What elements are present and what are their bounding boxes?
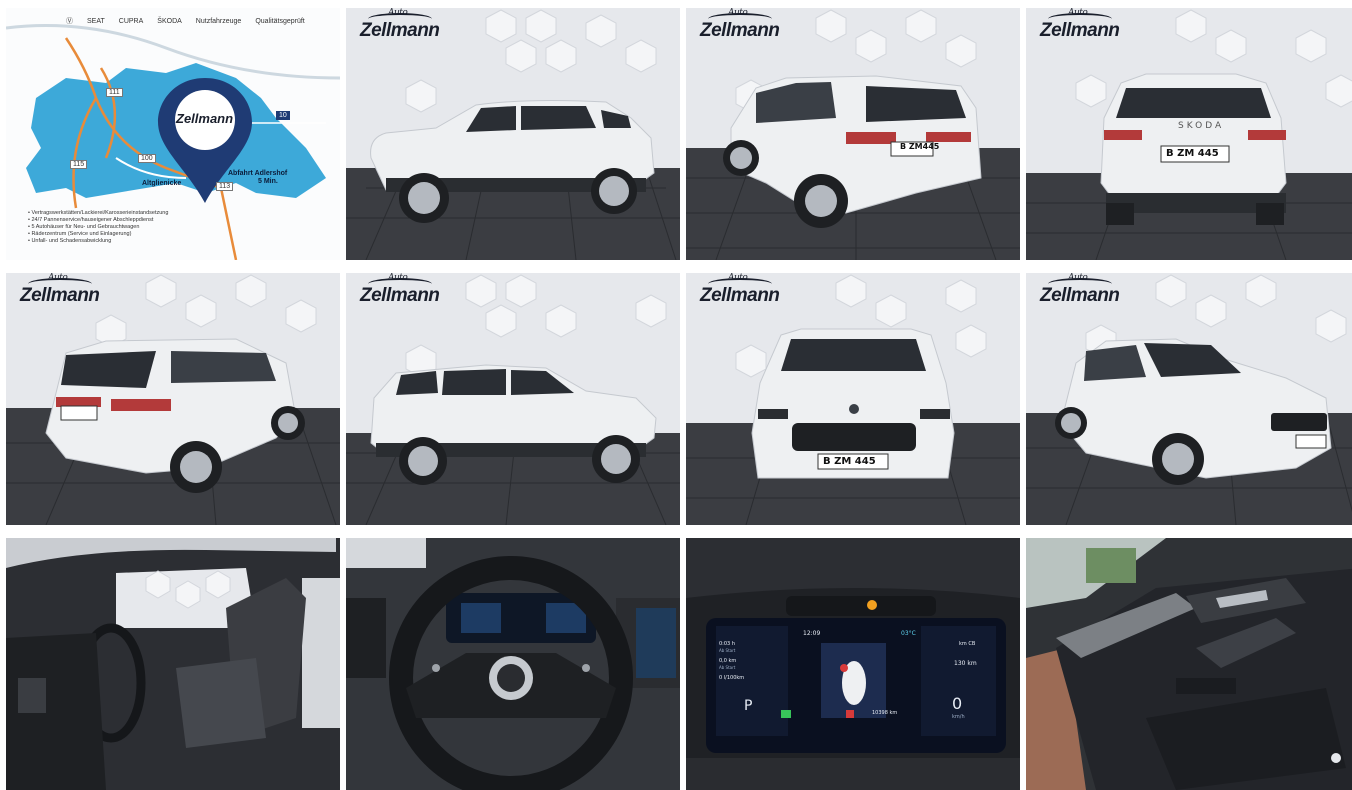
dealer-logo: Auto Zellmann [360,273,440,306]
odometer: 10398 km [872,710,898,716]
car-photo [686,8,1020,260]
photo-gallery: Ⓥ SEAT CUPRA ŠKODA Nutzfahrzeuge Qualitä… [6,8,1352,790]
route-badge-111: 111 [106,88,123,97]
dealer-logo: Auto Zellmann [1040,273,1120,306]
gallery-image-rear-left[interactable]: Auto Zellmann B ZM445 [686,8,1020,260]
gallery-image-front-right[interactable]: Auto Zellmann [1026,273,1352,525]
trip-time: 0:03 h [719,641,735,647]
dealer-logo: Auto Zellmann [20,273,100,306]
gallery-image-map[interactable]: Ⓥ SEAT CUPRA ŠKODA Nutzfahrzeuge Qualitä… [6,8,340,260]
speed-unit: km/h [952,714,965,720]
speed-value: 0 [952,694,963,713]
brand-skoda: ŠKODA [157,17,182,25]
dealer-logo: Auto Zellmann [700,273,780,306]
dealer-logo: Auto Zellmann [360,8,440,41]
range-value: 130 km [954,660,977,667]
gallery-image-rear[interactable]: Auto Zellmann SKODA B ZM 445 [1026,8,1352,260]
interior-photo [6,538,340,790]
map-label-exit: Abfahrt Adlershof [228,170,288,177]
car-photo [346,273,680,525]
brand-cupra: CUPRA [118,17,144,25]
gallery-image-side-left[interactable]: Auto Zellmann [346,8,680,260]
car-photo [1026,8,1352,260]
trip-distance: 0,0 km [719,658,737,664]
map-label-exit-time: 5 Min. [258,178,278,185]
gear-indicator: P [744,698,753,714]
service-item: • 24/7 Pannenservice/hauseigener Abschle… [28,217,154,223]
gallery-image-side-right[interactable]: Auto Zellmann [346,273,680,525]
cluster-temp: 03°C [901,630,916,637]
gallery-image-door-panel[interactable] [1026,538,1352,790]
service-list: • Vertragswerkstätten/Lackierei/Karosser… [28,210,168,245]
route-badge-10: 10 [276,111,290,120]
door-panel-photo [1026,538,1352,790]
brand-quality: Qualitätsgeprüft [255,17,305,25]
license-plate: B ZM 445 [823,456,876,467]
pin-logo: Zellmann [176,111,234,126]
range-label: km CB [959,641,976,647]
vw-logo-icon: Ⓥ [66,18,73,25]
service-item: • Vertragswerkstätten/Lackierei/Karosser… [28,210,169,216]
dealer-logo: Auto Zellmann [1040,8,1120,41]
gallery-image-rear-right[interactable]: Auto Zellmann [6,273,340,525]
route-badge-100: 100 [138,154,156,163]
service-item: • 5 Autohäuser für Neu- und Gebrauchtwag… [28,224,140,230]
car-photo [1026,273,1352,525]
fuel-consumption: 0 l/100km [719,675,745,681]
route-badge-115: 115 [70,160,88,169]
license-plate: B ZM 445 [1166,148,1219,159]
service-item: • Unfall- und Schadensabwicklung [28,238,112,244]
car-photo [6,273,340,525]
brand-nutzfahrzeuge: Nutzfahrzeuge [195,17,242,25]
rear-badge: SKODA [1178,121,1225,131]
gallery-image-instrument-cluster[interactable]: 12:09 03°C 0:03 h Ab Start 0,0 km Ab Sta… [686,538,1020,790]
gallery-image-steering-wheel[interactable] [346,538,680,790]
map-label-altglienicke: Altglienicke [142,180,182,187]
trip-time-label: Ab Start [719,648,736,653]
brand-logos: Ⓥ SEAT CUPRA ŠKODA Nutzfahrzeuge Qualitä… [66,16,305,26]
brand-seat: SEAT [87,17,105,25]
gallery-image-front[interactable]: Auto Zellmann B ZM 445 [686,273,1020,525]
trip-distance-label: Ab Start [719,665,736,670]
dealer-logo: Auto Zellmann [700,8,780,41]
car-photo [346,8,680,260]
license-plate: B ZM445 [900,142,940,151]
cluster-time: 12:09 [803,630,821,637]
steering-wheel-photo [346,538,680,790]
route-badge-113: 113 [216,182,234,191]
car-photo [686,273,1020,525]
gallery-image-interior[interactable] [6,538,340,790]
service-item: • Räderzentrum (Service und Einlagerung) [28,231,132,237]
